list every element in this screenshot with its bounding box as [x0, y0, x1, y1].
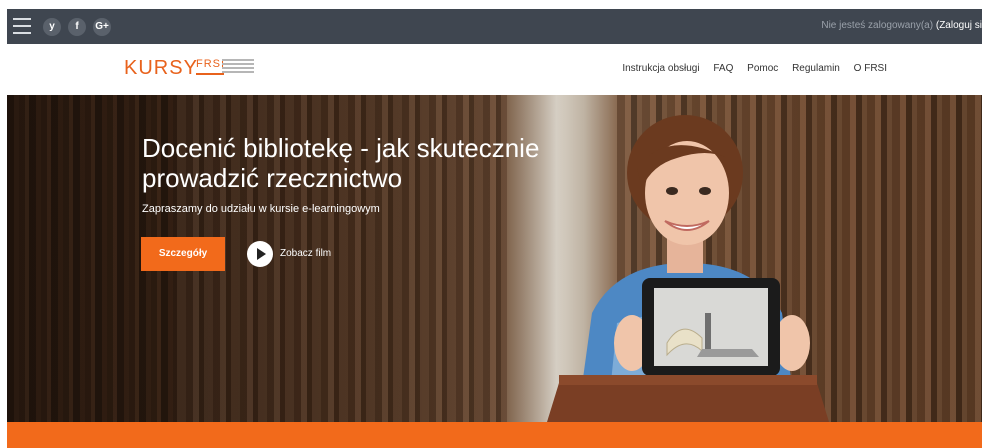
nav-o-frsi[interactable]: O FRSI — [854, 63, 887, 74]
logo-kursy-text: KURSY — [124, 57, 198, 79]
logo-underline — [196, 73, 224, 75]
logo-foundation-lines — [222, 59, 254, 75]
details-button[interactable]: Szczegóły — [141, 237, 225, 271]
nav-regulamin[interactable]: Regulamin — [792, 63, 840, 74]
woman-with-tablet-image — [547, 115, 829, 422]
nav-pomoc[interactable]: Pomoc — [747, 63, 778, 74]
nav-faq[interactable]: FAQ — [713, 63, 733, 74]
twitter-icon[interactable]: y — [43, 18, 61, 36]
main-nav: Instrukcja obsługi FAQ Pomoc Regulamin O… — [611, 63, 887, 74]
nav-instrukcja[interactable]: Instrukcja obsługi — [622, 63, 699, 74]
watch-film-link[interactable]: Zobacz film — [280, 248, 331, 259]
hero-title: Docenić bibliotekę - jak skutecznie prow… — [142, 133, 540, 193]
facebook-icon[interactable]: f — [68, 18, 86, 36]
login-status-text: Nie jesteś zalogowany(a) — [821, 20, 936, 31]
logo-frsi-text: FRSI — [196, 58, 226, 70]
google-plus-icon[interactable]: G+ — [93, 18, 111, 36]
top-bar: y f G+ Nie jesteś zalogowany(a) (Zaloguj… — [7, 9, 982, 44]
hero-banner: Docenić bibliotekę - jak skutecznie prow… — [7, 95, 982, 422]
login-link[interactable]: (Zaloguj si — [936, 20, 982, 31]
orange-section-strip — [7, 422, 982, 448]
login-status: Nie jesteś zalogowany(a) (Zaloguj si — [821, 20, 982, 31]
play-icon[interactable] — [247, 241, 273, 267]
menu-icon[interactable] — [13, 18, 31, 34]
hero-subtitle: Zapraszamy do udziału w kursie e-learnin… — [142, 203, 380, 215]
site-header: KURSY FRSI Instrukcja obsługi FAQ Pomoc … — [7, 44, 982, 95]
